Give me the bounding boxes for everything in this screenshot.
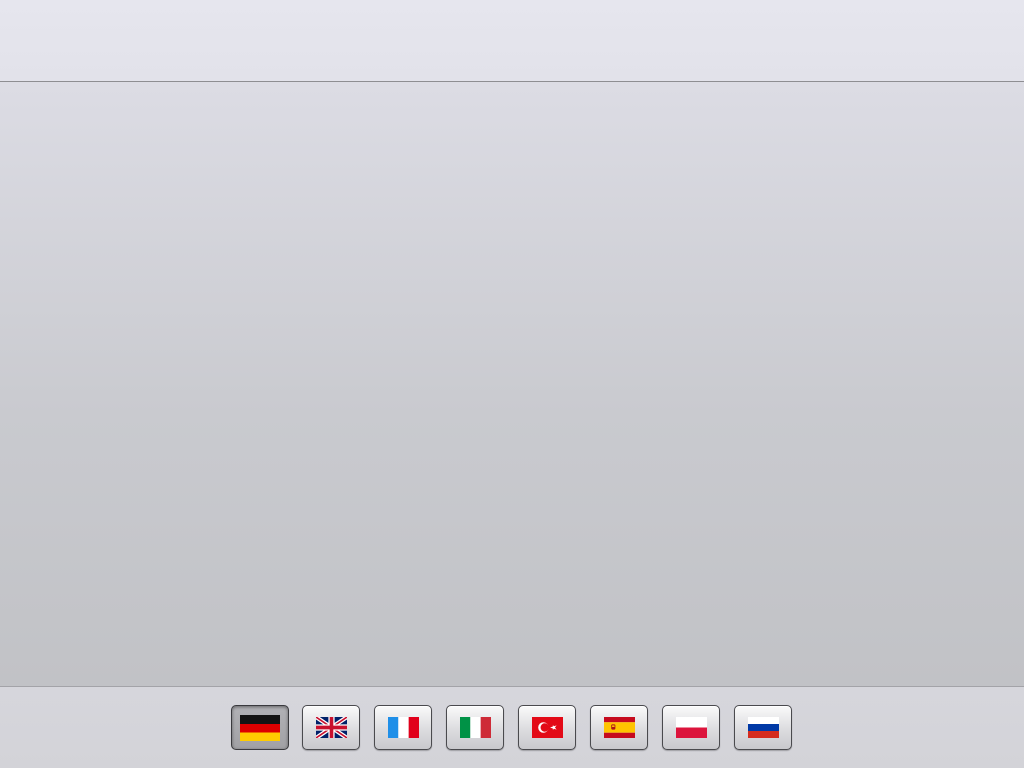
language-button-english[interactable]: [302, 705, 360, 750]
italian-flag-icon: [460, 717, 491, 738]
language-button-spanish[interactable]: [590, 705, 648, 750]
language-button-italian[interactable]: [446, 705, 504, 750]
polish-flag-icon: [676, 717, 707, 738]
spanish-flag-icon: [604, 717, 635, 738]
uk-flag-icon: [316, 717, 347, 738]
content-area: [0, 82, 1024, 686]
turkish-flag-icon: [532, 717, 563, 738]
russian-flag-icon: [748, 717, 779, 738]
german-flag-icon: [240, 715, 280, 741]
language-selector: [0, 705, 1024, 753]
top-bar: [0, 0, 1024, 82]
language-button-turkish[interactable]: [518, 705, 576, 750]
language-bar: [0, 686, 1024, 768]
french-flag-icon: [388, 717, 419, 738]
language-button-french[interactable]: [374, 705, 432, 750]
language-button-russian[interactable]: [734, 705, 792, 750]
language-button-german[interactable]: [231, 705, 289, 750]
language-button-polish[interactable]: [662, 705, 720, 750]
